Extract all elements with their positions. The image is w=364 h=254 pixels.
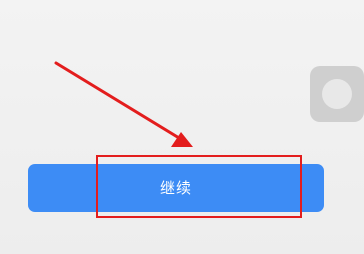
assistive-touch-icon[interactable] xyxy=(310,66,364,122)
assistive-touch-center-icon xyxy=(322,79,352,109)
annotation-arrow-head xyxy=(171,132,193,147)
annotation-arrow-shaft xyxy=(54,61,186,143)
annotation-arrow-icon xyxy=(54,61,193,147)
continue-button[interactable]: 继续 xyxy=(28,164,324,212)
screen: 继续 xyxy=(0,0,364,254)
